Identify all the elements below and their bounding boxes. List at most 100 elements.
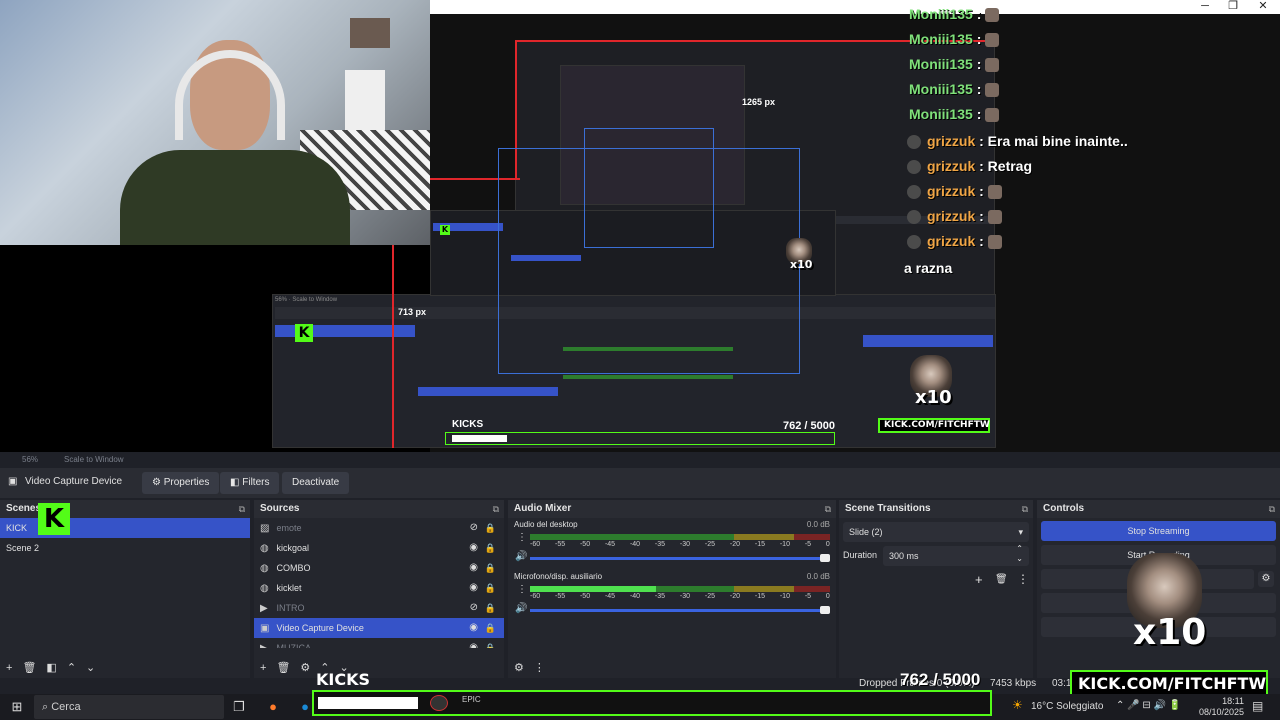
user-avatar bbox=[907, 235, 921, 250]
trash-icon[interactable]: 🗑 bbox=[276, 662, 290, 674]
chat-text: : Retrag bbox=[979, 158, 1033, 174]
trash-icon[interactable]: 🗑 bbox=[22, 662, 36, 674]
emote-icon bbox=[985, 58, 1000, 73]
gear-icon[interactable]: ⚙ bbox=[300, 662, 310, 674]
headset bbox=[175, 50, 285, 140]
windows-start-icon[interactable]: ⊞ bbox=[8, 698, 26, 716]
media-icon: ▶ bbox=[260, 603, 268, 614]
volume-slider-handle[interactable] bbox=[820, 554, 830, 562]
lock-icon[interactable]: 🔒 bbox=[485, 598, 496, 618]
obs-icon[interactable] bbox=[430, 695, 448, 711]
eye-hidden-icon[interactable]: ⊘ bbox=[470, 598, 478, 618]
source-item[interactable]: ▶ INTRO ⊘ 🔒 bbox=[254, 598, 504, 618]
up-icon[interactable]: ⌃ bbox=[67, 662, 76, 674]
clock-time[interactable]: 18:11 bbox=[1204, 696, 1244, 706]
eye-icon[interactable]: ◉ bbox=[469, 618, 478, 638]
eye-icon[interactable]: ◉ bbox=[469, 578, 478, 598]
filters-button[interactable]: ◧ Filters bbox=[220, 472, 280, 494]
transition-select[interactable]: Slide (2) ▾ bbox=[843, 522, 1029, 542]
trash-icon[interactable]: 🗑 bbox=[995, 574, 1008, 585]
meter-tick: -20 bbox=[729, 593, 740, 600]
speaker-icon[interactable]: 🔊 bbox=[515, 551, 527, 562]
speaker-icon[interactable]: 🔊 bbox=[515, 603, 527, 614]
user-avatar bbox=[907, 185, 921, 200]
filter-icon[interactable]: ◧ bbox=[46, 662, 56, 674]
lock-icon[interactable]: 🔒 bbox=[485, 538, 496, 558]
add-icon[interactable]: + bbox=[6, 662, 12, 674]
audio-channel-db: 0.0 dB bbox=[806, 572, 830, 581]
transition-selected: Slide (2) bbox=[849, 527, 883, 537]
eye-icon[interactable]: ◉ bbox=[469, 538, 478, 558]
source-item[interactable]: ◍ kicklet ◉ 🔒 bbox=[254, 578, 504, 598]
popout-icon[interactable]: ⧉ bbox=[1022, 500, 1028, 518]
menu-dots-icon[interactable]: ⋮ bbox=[1017, 572, 1029, 586]
chat-separator: : bbox=[976, 106, 982, 122]
restore-icon[interactable]: ❐ bbox=[1218, 0, 1248, 14]
advanced-audio-icon[interactable]: ⚙ bbox=[514, 662, 524, 674]
source-item[interactable]: ▶ MUZICA ◉ 🔒 bbox=[254, 638, 504, 648]
firefox-icon[interactable]: ● bbox=[264, 698, 282, 716]
source-item[interactable]: ▨ emote ⊘ 🔒 bbox=[254, 518, 504, 538]
spinner-icon[interactable]: ⌃ ⌄ bbox=[1016, 544, 1023, 564]
emote-icon bbox=[985, 83, 1000, 98]
menu-dots-icon[interactable]: ⋮ bbox=[517, 584, 527, 595]
source-item[interactable]: ◍ COMBO ◉ 🔒 bbox=[254, 558, 504, 578]
volume-slider-handle[interactable] bbox=[820, 606, 830, 614]
zoom-level[interactable]: 56% bbox=[22, 455, 38, 464]
scale-mode[interactable]: Scale to Window bbox=[64, 455, 124, 464]
clock-date[interactable]: 08/10/2025 bbox=[1196, 707, 1244, 717]
browser-icon: ◍ bbox=[260, 563, 269, 574]
volume-slider[interactable] bbox=[530, 606, 830, 614]
source-item[interactable]: ◍ kickgoal ◉ 🔒 bbox=[254, 538, 504, 558]
task-view-icon[interactable]: ❐ bbox=[230, 698, 248, 716]
lock-icon[interactable]: 🔒 bbox=[485, 518, 496, 538]
epic-icon[interactable]: EPIC bbox=[462, 695, 481, 704]
lock-icon[interactable]: 🔒 bbox=[485, 638, 496, 648]
chat-username: grizzuk bbox=[927, 233, 976, 249]
menu-dots-icon[interactable]: ⋮ bbox=[517, 532, 527, 543]
popout-icon[interactable]: ⧉ bbox=[825, 500, 831, 518]
taskbar-search[interactable]: ⌕ Cerca bbox=[34, 695, 224, 719]
emote-icon bbox=[987, 185, 1002, 200]
menu-dots-icon[interactable]: ⋮ bbox=[534, 662, 545, 674]
popout-icon[interactable]: ⧉ bbox=[1269, 500, 1275, 518]
chat-trailing-text: a razna bbox=[904, 260, 953, 276]
add-icon[interactable]: + bbox=[260, 662, 266, 674]
properties-button[interactable]: ⚙ Properties bbox=[142, 472, 220, 494]
source-label: emote bbox=[276, 523, 302, 533]
source-item[interactable]: ▣ Video Capture Device ◉ 🔒 bbox=[254, 618, 504, 638]
add-icon[interactable]: + bbox=[975, 572, 983, 587]
chat-message: Moniii135 : bbox=[909, 81, 1000, 98]
sources-title: Sources ⧉ bbox=[254, 500, 504, 518]
scene-transitions-dock: Scene Transitions ⧉ Slide (2) ▾ Duration 3… bbox=[839, 500, 1033, 678]
notification-icon[interactable]: ▤ bbox=[1252, 699, 1263, 713]
chevron-down-icon: ▾ bbox=[1018, 527, 1023, 537]
lock-icon[interactable]: 🔒 bbox=[485, 558, 496, 578]
eye-icon[interactable]: ◉ bbox=[469, 558, 478, 578]
chat-username: grizzuk bbox=[927, 183, 976, 199]
lock-icon[interactable]: 🔒 bbox=[485, 578, 496, 598]
eye-icon[interactable]: ◉ bbox=[469, 638, 478, 648]
down-icon[interactable]: ⌄ bbox=[86, 662, 95, 674]
close-icon[interactable]: ✕ bbox=[1248, 0, 1278, 14]
popout-icon[interactable]: ⧉ bbox=[493, 500, 499, 518]
tray-icons[interactable]: ⌃ 🎤 ⊟ 🔊 🔋 bbox=[1116, 700, 1181, 711]
weather-text[interactable]: 16°C Soleggiato bbox=[1031, 701, 1103, 712]
chat-message: grizzuk : bbox=[907, 233, 1002, 250]
weather-icon: ☀ bbox=[1012, 698, 1023, 712]
deactivate-button[interactable]: Deactivate bbox=[282, 472, 350, 494]
lock-icon[interactable]: 🔒 bbox=[485, 618, 496, 638]
chat-separator: : bbox=[976, 81, 982, 97]
popout-icon[interactable]: ⧉ bbox=[239, 500, 245, 518]
minimize-icon[interactable]: ─ bbox=[1190, 0, 1220, 14]
gear-icon[interactable]: ⚙ bbox=[1258, 571, 1274, 587]
scene-item[interactable]: Scene 2 bbox=[0, 538, 250, 558]
stop-streaming-button[interactable]: Stop Streaming bbox=[1041, 521, 1276, 541]
stream-preview[interactable]: 56% · Scale to Window 1265 px 713 px K K… bbox=[0, 0, 1280, 452]
duration-input[interactable]: 300 ms ⌃ ⌄ bbox=[883, 544, 1029, 566]
meter-tick: -10 bbox=[779, 593, 790, 600]
eye-hidden-icon[interactable]: ⊘ bbox=[470, 518, 478, 538]
volume-slider[interactable] bbox=[530, 554, 830, 562]
meter-tick: -5 bbox=[804, 541, 812, 548]
emote-icon bbox=[987, 210, 1002, 225]
